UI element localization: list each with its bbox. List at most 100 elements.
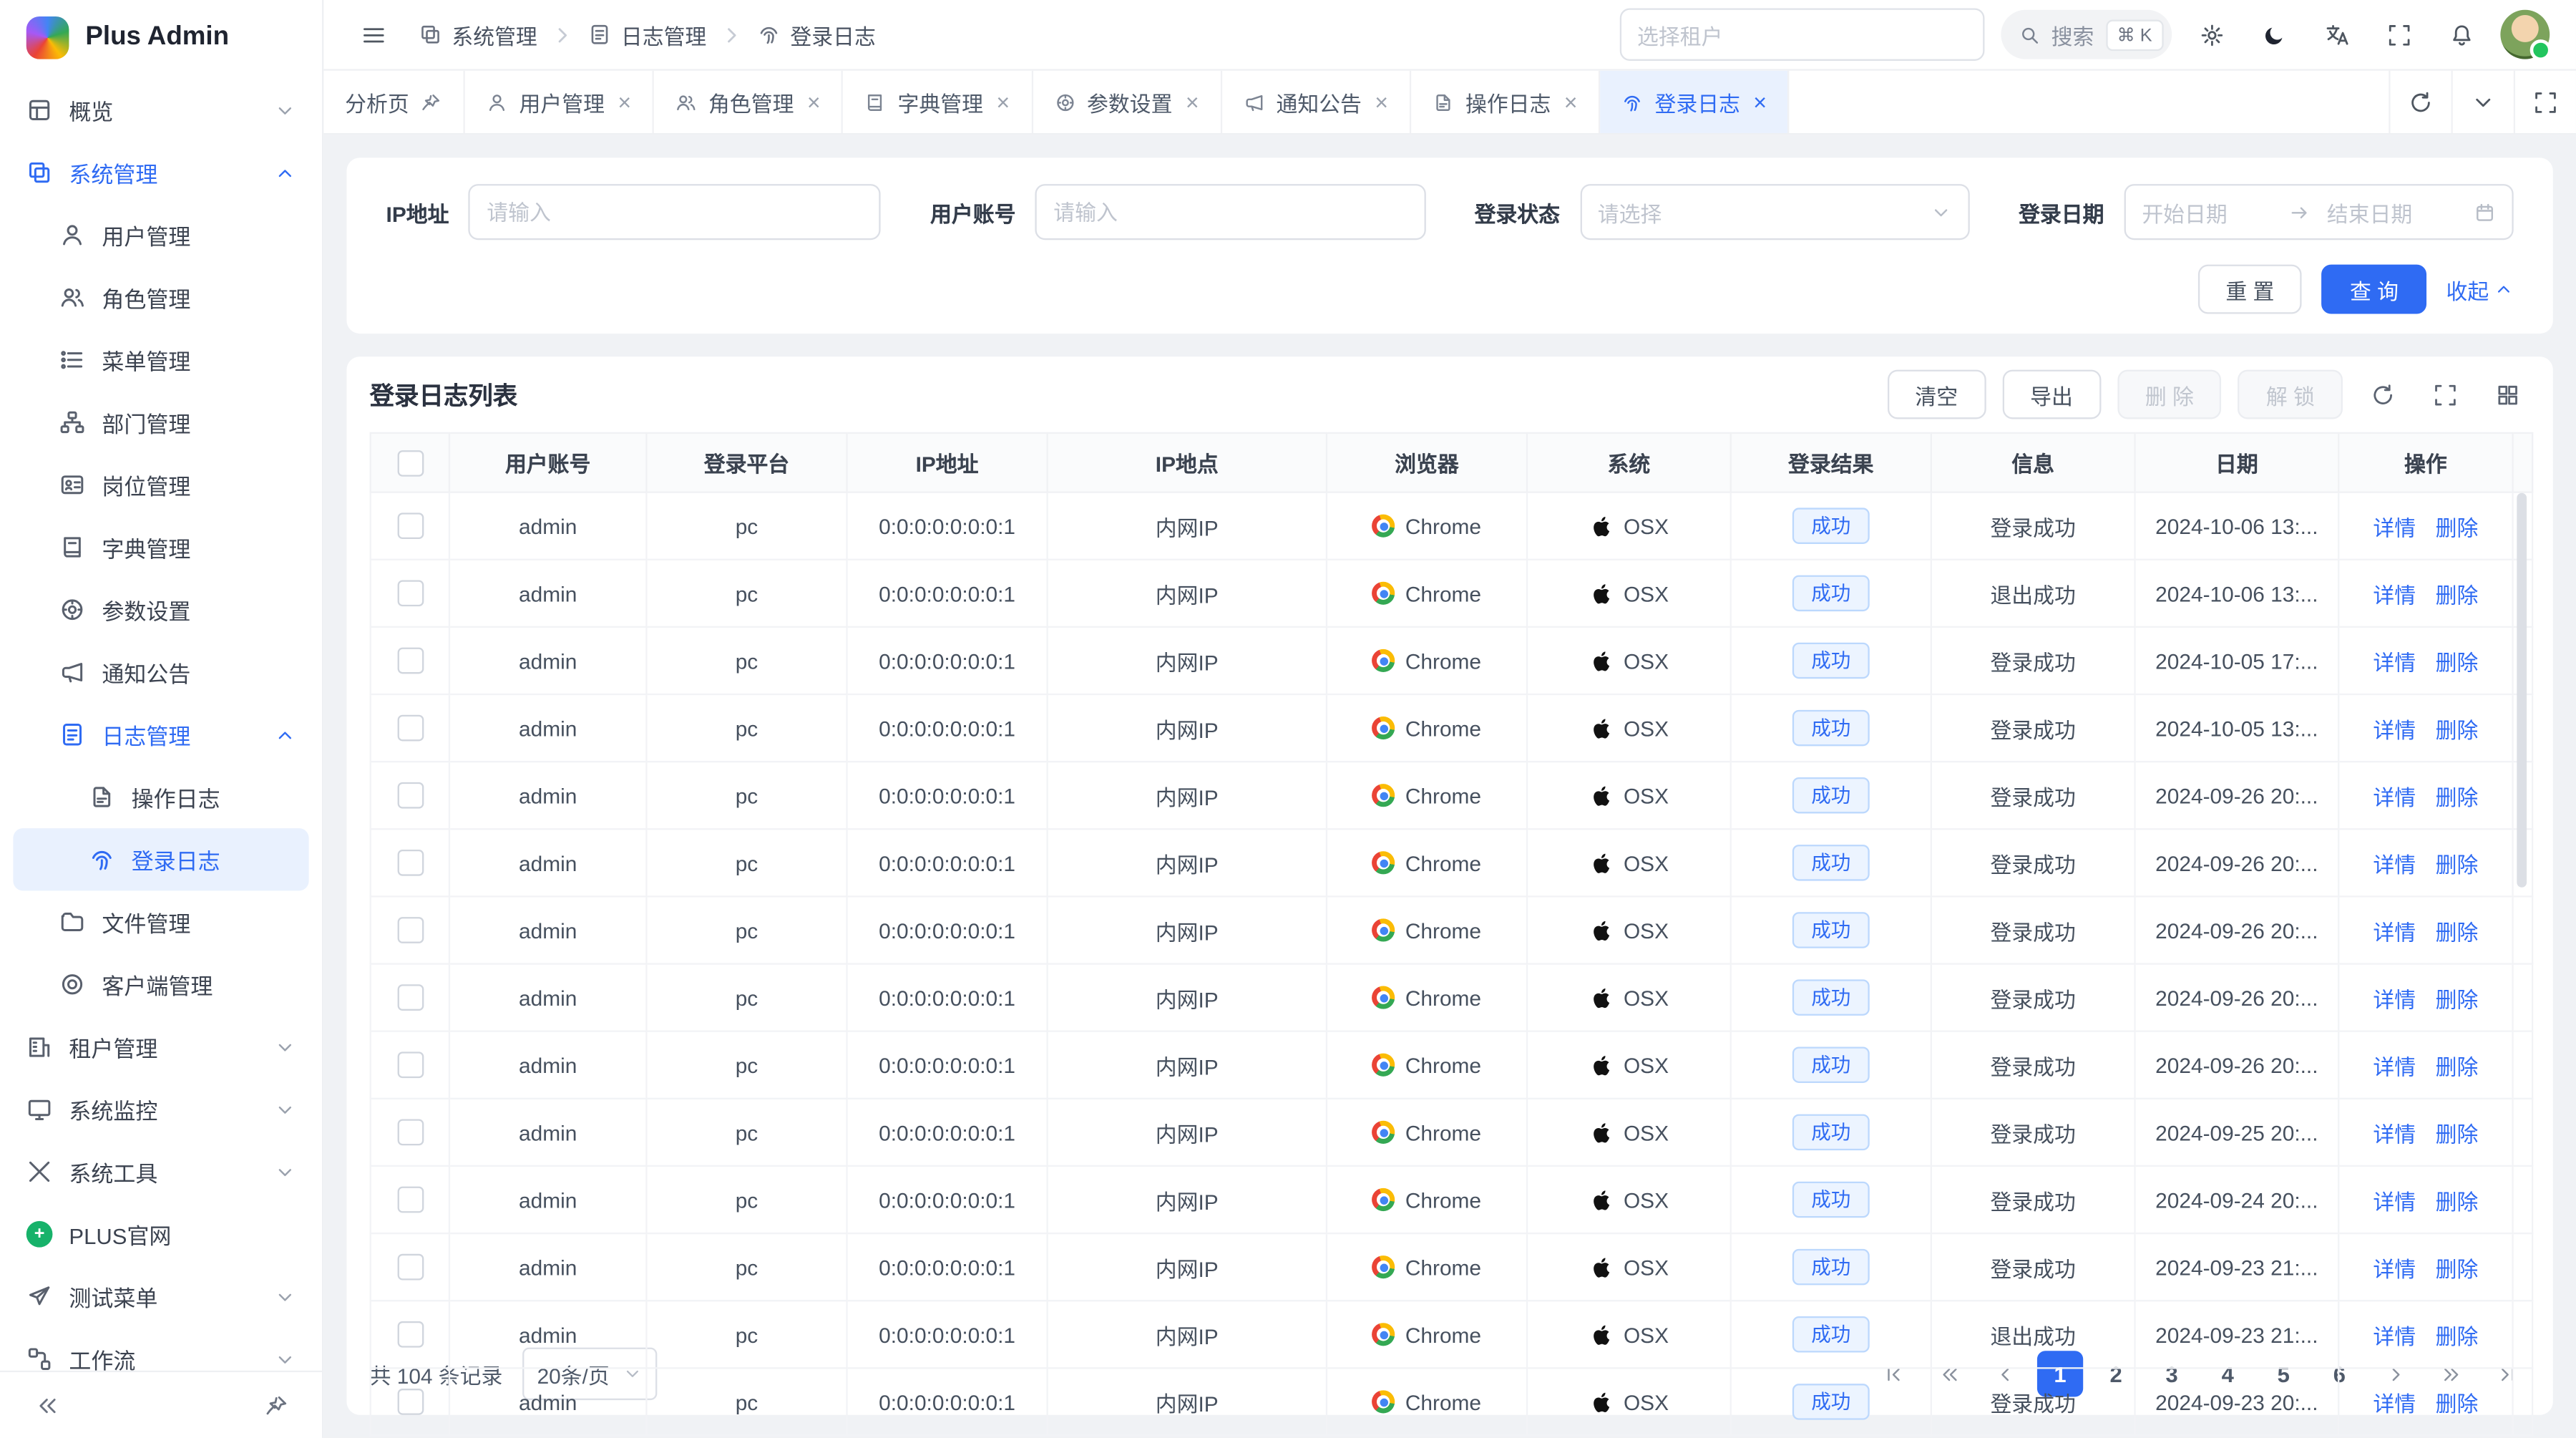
- detail-link[interactable]: 详情: [2373, 650, 2416, 674]
- delete-link[interactable]: 删除: [2436, 583, 2479, 607]
- tab-notice[interactable]: 通知公告 ×: [1222, 71, 1411, 133]
- close-icon[interactable]: ×: [807, 90, 821, 113]
- column-settings-button[interactable]: [2484, 371, 2529, 417]
- sidebar-item-op-log[interactable]: 操作日志: [13, 766, 308, 828]
- fullscreen-button[interactable]: [2376, 11, 2421, 57]
- refresh-table-button[interactable]: [2359, 371, 2405, 417]
- row-checkbox[interactable]: [396, 715, 423, 742]
- select-all-checkbox[interactable]: [396, 450, 423, 477]
- sidebar-item-log[interactable]: 日志管理: [13, 704, 308, 766]
- sidebar-item-monitor[interactable]: 系统监控: [13, 1078, 308, 1140]
- sidebar-item-client[interactable]: 客户端管理: [13, 953, 308, 1016]
- sidebar-item-menu[interactable]: 菜单管理: [13, 329, 308, 391]
- export-button[interactable]: 导出: [2002, 370, 2101, 419]
- content-fullscreen-button[interactable]: [2514, 71, 2576, 133]
- sidebar-item-dept[interactable]: 部门管理: [13, 391, 308, 453]
- sidebar-item-login-log[interactable]: 登录日志: [13, 828, 308, 890]
- breadcrumb-item-system[interactable]: 系统管理: [419, 19, 537, 50]
- pin-sidebar-button[interactable]: [253, 1382, 299, 1428]
- refresh-tab-button[interactable]: [2389, 71, 2451, 133]
- row-checkbox[interactable]: [396, 918, 423, 944]
- row-checkbox[interactable]: [396, 1119, 423, 1146]
- delete-button[interactable]: 删 除: [2117, 370, 2222, 419]
- delete-link[interactable]: 删除: [2436, 1122, 2479, 1146]
- detail-link[interactable]: 详情: [2373, 1054, 2416, 1079]
- settings-button[interactable]: [2188, 11, 2234, 57]
- dark-mode-button[interactable]: [2250, 11, 2296, 57]
- unlock-button[interactable]: 解 锁: [2238, 370, 2343, 419]
- clear-button[interactable]: 清空: [1887, 370, 1986, 419]
- breadcrumb-item-log[interactable]: 日志管理: [588, 19, 706, 50]
- tenant-select[interactable]: 选择租户: [1619, 8, 1984, 60]
- detail-link[interactable]: 详情: [2373, 1189, 2416, 1213]
- tab-analysis[interactable]: 分析页: [323, 71, 464, 133]
- delete-link[interactable]: 删除: [2436, 650, 2479, 674]
- detail-link[interactable]: 详情: [2373, 583, 2416, 607]
- detail-link[interactable]: 详情: [2373, 1122, 2416, 1146]
- delete-link[interactable]: 删除: [2436, 1323, 2479, 1348]
- sidebar-item-notice[interactable]: 通知公告: [13, 641, 308, 703]
- detail-link[interactable]: 详情: [2373, 1323, 2416, 1348]
- row-checkbox[interactable]: [396, 1187, 423, 1213]
- table-scrollbar[interactable]: [2517, 493, 2527, 888]
- close-icon[interactable]: ×: [618, 90, 631, 113]
- delete-link[interactable]: 删除: [2436, 717, 2479, 742]
- detail-link[interactable]: 详情: [2373, 852, 2416, 876]
- delete-link[interactable]: 删除: [2436, 1054, 2479, 1079]
- delete-link[interactable]: 删除: [2436, 1256, 2479, 1281]
- language-button[interactable]: [2313, 11, 2359, 57]
- detail-link[interactable]: 详情: [2373, 515, 2416, 540]
- sidebar-item-workflow[interactable]: 工作流: [13, 1328, 308, 1372]
- status-select[interactable]: 请选择: [1580, 184, 1970, 240]
- notifications-button[interactable]: [2438, 11, 2484, 57]
- sidebar-item-tools[interactable]: 系统工具: [13, 1140, 308, 1203]
- sidebar-item-tenant[interactable]: 租户管理: [13, 1016, 308, 1078]
- delete-link[interactable]: 删除: [2436, 920, 2479, 944]
- sidebar-item-user[interactable]: 用户管理: [13, 204, 308, 266]
- sidebar-item-param[interactable]: 参数设置: [13, 578, 308, 641]
- row-checkbox[interactable]: [396, 850, 423, 877]
- breadcrumb-item-login-log[interactable]: 登录日志: [757, 19, 875, 50]
- tab-login-log[interactable]: 登录日志 ×: [1601, 71, 1790, 133]
- delete-link[interactable]: 删除: [2436, 784, 2479, 809]
- detail-link[interactable]: 详情: [2373, 784, 2416, 809]
- delete-link[interactable]: 删除: [2436, 987, 2479, 1011]
- delete-link[interactable]: 删除: [2436, 1391, 2479, 1415]
- query-button[interactable]: 查 询: [2322, 265, 2426, 314]
- tab-dict[interactable]: 字典管理 ×: [844, 71, 1033, 133]
- sidebar-item-role[interactable]: 角色管理: [13, 266, 308, 329]
- row-checkbox[interactable]: [396, 580, 423, 607]
- close-icon[interactable]: ×: [1753, 90, 1767, 113]
- row-checkbox[interactable]: [396, 1052, 423, 1079]
- account-input[interactable]: [1035, 184, 1425, 240]
- sidebar-item-plus-site[interactable]: + PLUS官网: [13, 1203, 308, 1265]
- row-checkbox[interactable]: [396, 985, 423, 1011]
- delete-link[interactable]: 删除: [2436, 1189, 2479, 1213]
- reset-button[interactable]: 重 置: [2197, 265, 2302, 314]
- sidebar-item-overview[interactable]: 概览: [13, 79, 308, 141]
- close-icon[interactable]: ×: [1564, 90, 1578, 113]
- user-avatar[interactable]: [2500, 10, 2550, 59]
- row-checkbox[interactable]: [396, 1389, 423, 1416]
- row-checkbox[interactable]: [396, 513, 423, 540]
- delete-link[interactable]: 删除: [2436, 515, 2479, 540]
- global-search-button[interactable]: 搜索 ⌘ K: [2000, 10, 2172, 59]
- tab-role[interactable]: 角色管理 ×: [654, 71, 843, 133]
- row-checkbox[interactable]: [396, 1254, 423, 1281]
- delete-link[interactable]: 删除: [2436, 852, 2479, 876]
- sidebar-item-dict[interactable]: 字典管理: [13, 516, 308, 578]
- row-checkbox[interactable]: [396, 648, 423, 674]
- detail-link[interactable]: 详情: [2373, 717, 2416, 742]
- sidebar-item-file[interactable]: 文件管理: [13, 890, 308, 953]
- row-checkbox[interactable]: [396, 782, 423, 809]
- date-range-picker[interactable]: 开始日期 结束日期: [2124, 184, 2514, 240]
- close-icon[interactable]: ×: [1186, 90, 1199, 113]
- sidebar-item-system[interactable]: 系统管理: [13, 141, 308, 203]
- row-checkbox[interactable]: [396, 1322, 423, 1349]
- tab-op-log[interactable]: 操作日志 ×: [1411, 71, 1600, 133]
- sidebar-item-test[interactable]: 测试菜单: [13, 1265, 308, 1328]
- close-icon[interactable]: ×: [1375, 90, 1388, 113]
- detail-link[interactable]: 详情: [2373, 1391, 2416, 1415]
- collapse-sidebar-button[interactable]: [23, 1382, 69, 1428]
- close-icon[interactable]: ×: [996, 90, 1010, 113]
